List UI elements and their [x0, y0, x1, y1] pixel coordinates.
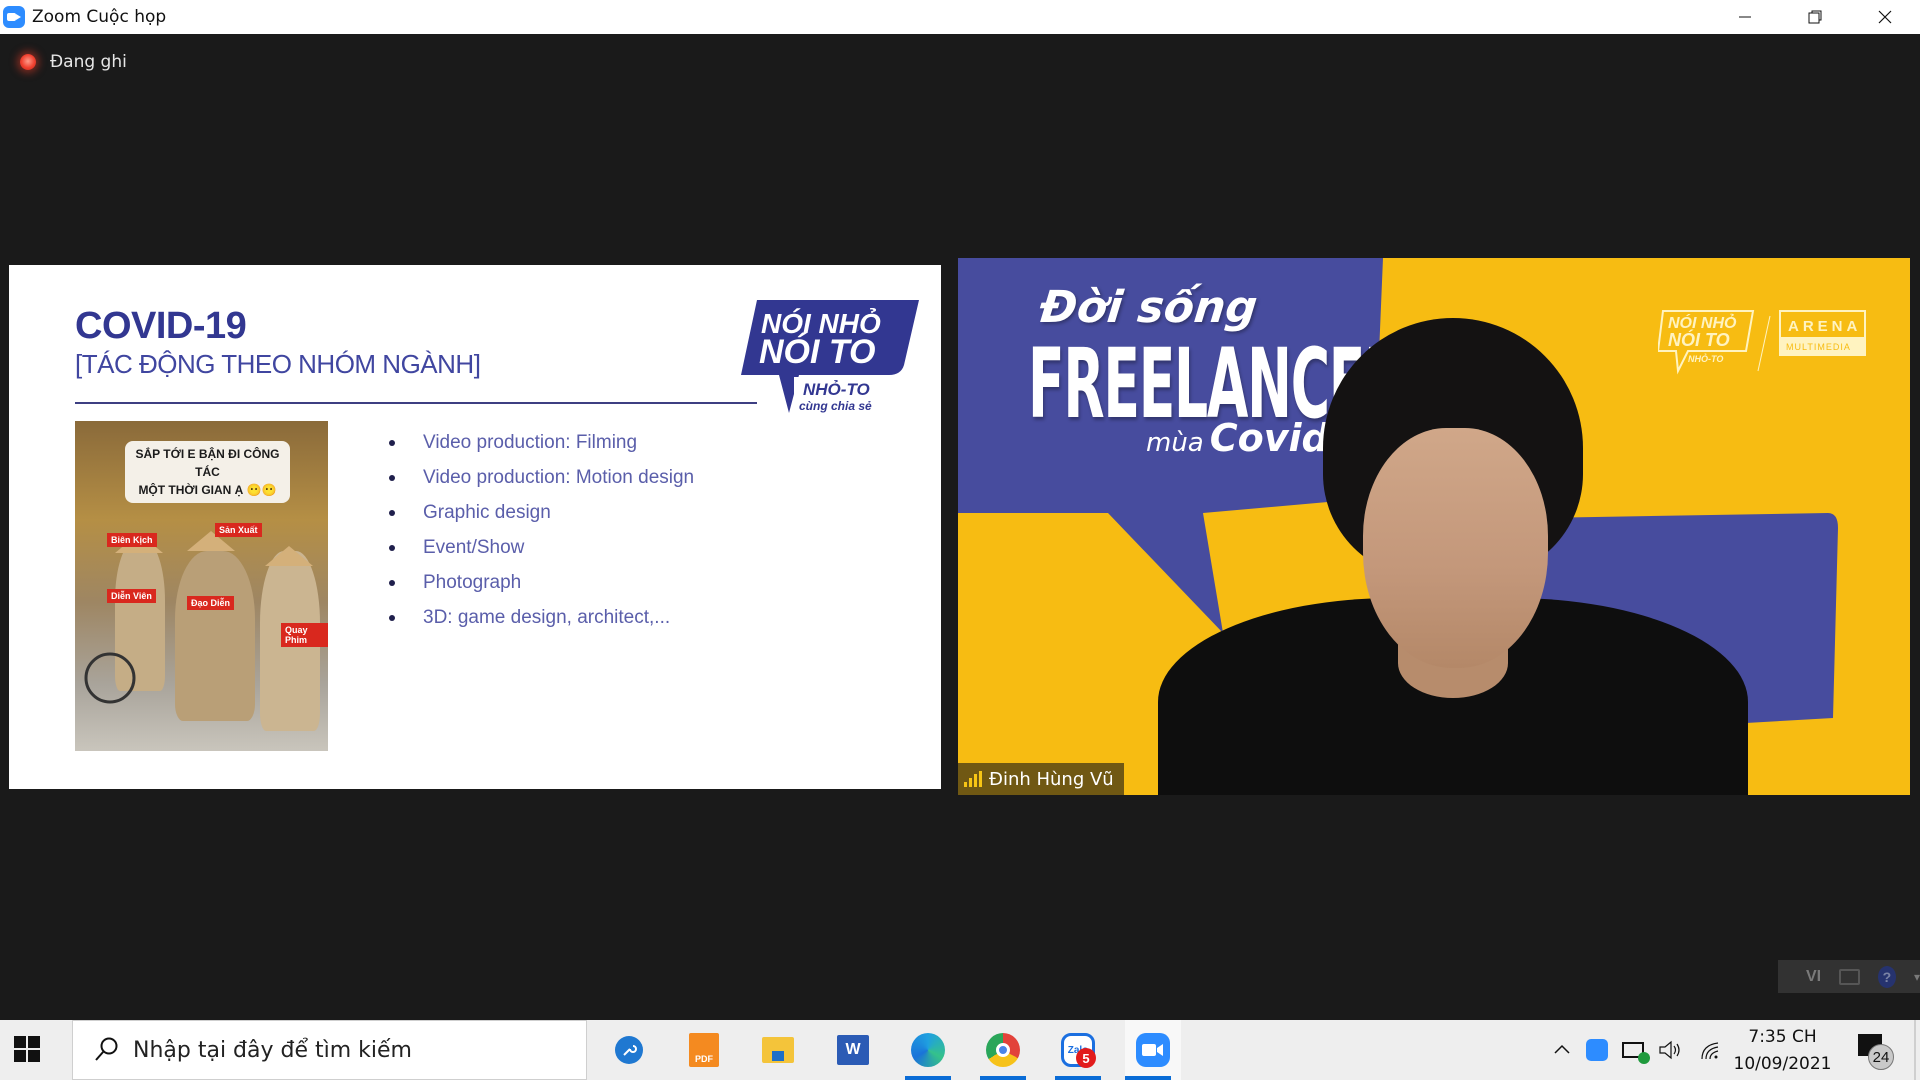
search-icon [95, 1037, 118, 1061]
participant-name: Đinh Hùng Vũ [989, 768, 1114, 790]
ime-toolbar[interactable]: VI ? ▾ [1778, 960, 1920, 993]
chrome-icon [986, 1033, 1020, 1067]
logo-separator [1757, 315, 1771, 372]
participant-face [1363, 428, 1548, 668]
bullet-item: Event/Show [389, 535, 694, 570]
photo-figure [175, 551, 255, 721]
ime-options-icon[interactable]: ▾ [1914, 970, 1920, 984]
zoom-icon [1136, 1033, 1170, 1067]
photo-tag: Sản Xuất [215, 523, 262, 537]
noi-nho-noi-to-logo: NÓI NHỎ NÓI TO NHỎ-TO cùng chia sẻ [741, 300, 919, 413]
zalo-notification-badge: 5 [1076, 1048, 1096, 1068]
action-center-button[interactable]: 24 [1858, 1034, 1894, 1070]
taskbar-search-box[interactable]: Nhập tại đây để tìm kiếm [72, 1020, 587, 1080]
window-title-bar: Zoom Cuộc họp [0, 0, 1920, 34]
word-icon: W [837, 1035, 869, 1065]
taskbar-app-foxit-pdf[interactable]: PDF [681, 1020, 727, 1080]
battery-icon[interactable] [1622, 1042, 1650, 1064]
windows-logo-icon [14, 1036, 26, 1048]
zalo-icon: Zalo 5 [1061, 1033, 1096, 1068]
slide-subtitle: [TÁC ĐỘNG THEO NHÓM NGÀNH] [75, 349, 481, 379]
search-placeholder: Nhập tại đây để tìm kiếm [133, 1037, 412, 1063]
taskbar-app-word[interactable]: W [830, 1020, 876, 1080]
signal-strength-icon [964, 771, 982, 787]
clock-time: 7:35 CH [1748, 1027, 1817, 1047]
minimize-icon [1739, 16, 1751, 18]
video-title-big: Covid [1209, 416, 1329, 460]
slide-divider [75, 402, 757, 404]
slide-title: COVID-19 [75, 305, 247, 347]
window-title: Zoom Cuộc họp [32, 7, 167, 27]
video-partner-logos: NÓI NHỎ NÓI TO NHỎ-TO ARENA MULTIMEDIA [1658, 310, 1866, 375]
taskbar-app-chrome[interactable] [980, 1020, 1026, 1080]
bullet-item: Video production: Filming [389, 430, 694, 465]
photo-tag: Biên Kịch [107, 533, 157, 547]
photo-caption: SẮP TỚI E BẬN ĐI CÔNG TÁC MỘT THỜI GIAN … [125, 441, 290, 503]
ime-language[interactable]: VI [1806, 968, 1821, 986]
photo-tag: Diễn Viên [107, 589, 156, 603]
taskbar-app-zoom[interactable] [1125, 1020, 1181, 1080]
recording-indicator[interactable]: Đang ghi [20, 52, 127, 72]
windows-logo-icon [28, 1036, 40, 1048]
logo-line-4: cùng chia sẻ [799, 399, 872, 413]
restore-icon [1808, 10, 1822, 24]
system-tray [1550, 1020, 1722, 1080]
volume-icon[interactable] [1658, 1039, 1684, 1061]
recording-label: Đang ghi [50, 52, 127, 72]
photo-bicycle [84, 652, 136, 704]
logo-line-3: NHỎ-TO [803, 380, 870, 399]
slide-meme-photo: SẮP TỚI E BẬN ĐI CÔNG TÁC MỘT THỜI GIAN … [75, 421, 328, 751]
video-logo-left-2: NÓI TO [1668, 329, 1730, 350]
photo-caption-line-2: MỘT THỜI GIAN Ạ 😶😶 [138, 483, 277, 497]
speaker-video[interactable]: Đời sống FREELANCER mùa Covid NÓI NHỎ NÓI… [958, 258, 1910, 795]
minimize-button[interactable] [1710, 0, 1780, 34]
photo-hat [265, 546, 313, 566]
photo-tag: Quay Phim [281, 623, 328, 647]
close-icon [1878, 10, 1892, 24]
folder-icon [762, 1037, 794, 1063]
bullet-item: Video production: Motion design [389, 465, 694, 500]
video-title-line-3: mùa Covid [1146, 416, 1329, 460]
participant-name-tag: Đinh Hùng Vũ [958, 763, 1124, 795]
bullet-item: 3D: game design, architect,... [389, 605, 694, 640]
zoom-app-icon [3, 6, 25, 28]
keyboard-icon[interactable] [1839, 968, 1860, 985]
recording-dot-icon [20, 54, 36, 70]
taskbar-clock[interactable]: 7:35 CH 10/09/2021 [1730, 1024, 1835, 1078]
wrench-icon [615, 1036, 643, 1064]
photo-caption-line-1: SẮP TỚI E BẬN ĐI CÔNG TÁC [135, 447, 280, 479]
video-logo-right-1: ARENA [1788, 318, 1861, 335]
windows-logo-icon [28, 1050, 40, 1062]
photo-tag: Đạo Diễn [187, 596, 235, 610]
show-hidden-icons-chevron-up-icon[interactable] [1552, 1040, 1572, 1060]
shared-screen-slide: COVID-19 [TÁC ĐỘNG THEO NHÓM NGÀNH] NÓI … [9, 265, 941, 789]
restore-button[interactable] [1780, 0, 1850, 34]
windows-taskbar: Nhập tại đây để tìm kiếm PDF W Zalo 5 [0, 1020, 1920, 1080]
slide-bullet-list: Video production: Filming Video producti… [389, 430, 694, 640]
logo-line-2: NÓI TO [759, 333, 876, 371]
bullet-item: Photograph [389, 570, 694, 605]
close-button[interactable] [1850, 0, 1920, 34]
zoom-tray-icon[interactable] [1586, 1039, 1608, 1061]
notification-count: 24 [1868, 1044, 1894, 1070]
bullet-item: Graphic design [389, 500, 694, 535]
window-controls [1710, 0, 1920, 34]
taskbar-app-zalo[interactable]: Zalo 5 [1055, 1020, 1101, 1080]
video-logo-right-2: MULTIMEDIA [1786, 342, 1851, 352]
windows-logo-icon [14, 1050, 26, 1062]
pdf-icon: PDF [689, 1033, 719, 1067]
wifi-icon[interactable] [1698, 1039, 1722, 1061]
video-title-small: mùa [1146, 428, 1204, 458]
taskbar-app-tool[interactable] [606, 1020, 652, 1080]
video-logo-left-3: NHỎ-TO [1688, 353, 1723, 364]
video-title-line-1: Đời sống [1037, 282, 1260, 333]
edge-icon [911, 1033, 945, 1067]
taskbar-app-file-explorer[interactable] [755, 1020, 801, 1080]
show-desktop-button[interactable] [1914, 1020, 1916, 1080]
taskbar-app-edge[interactable] [905, 1020, 951, 1080]
clock-date: 10/09/2021 [1733, 1054, 1832, 1074]
help-icon[interactable]: ? [1877, 965, 1896, 988]
start-button[interactable] [14, 1036, 40, 1062]
